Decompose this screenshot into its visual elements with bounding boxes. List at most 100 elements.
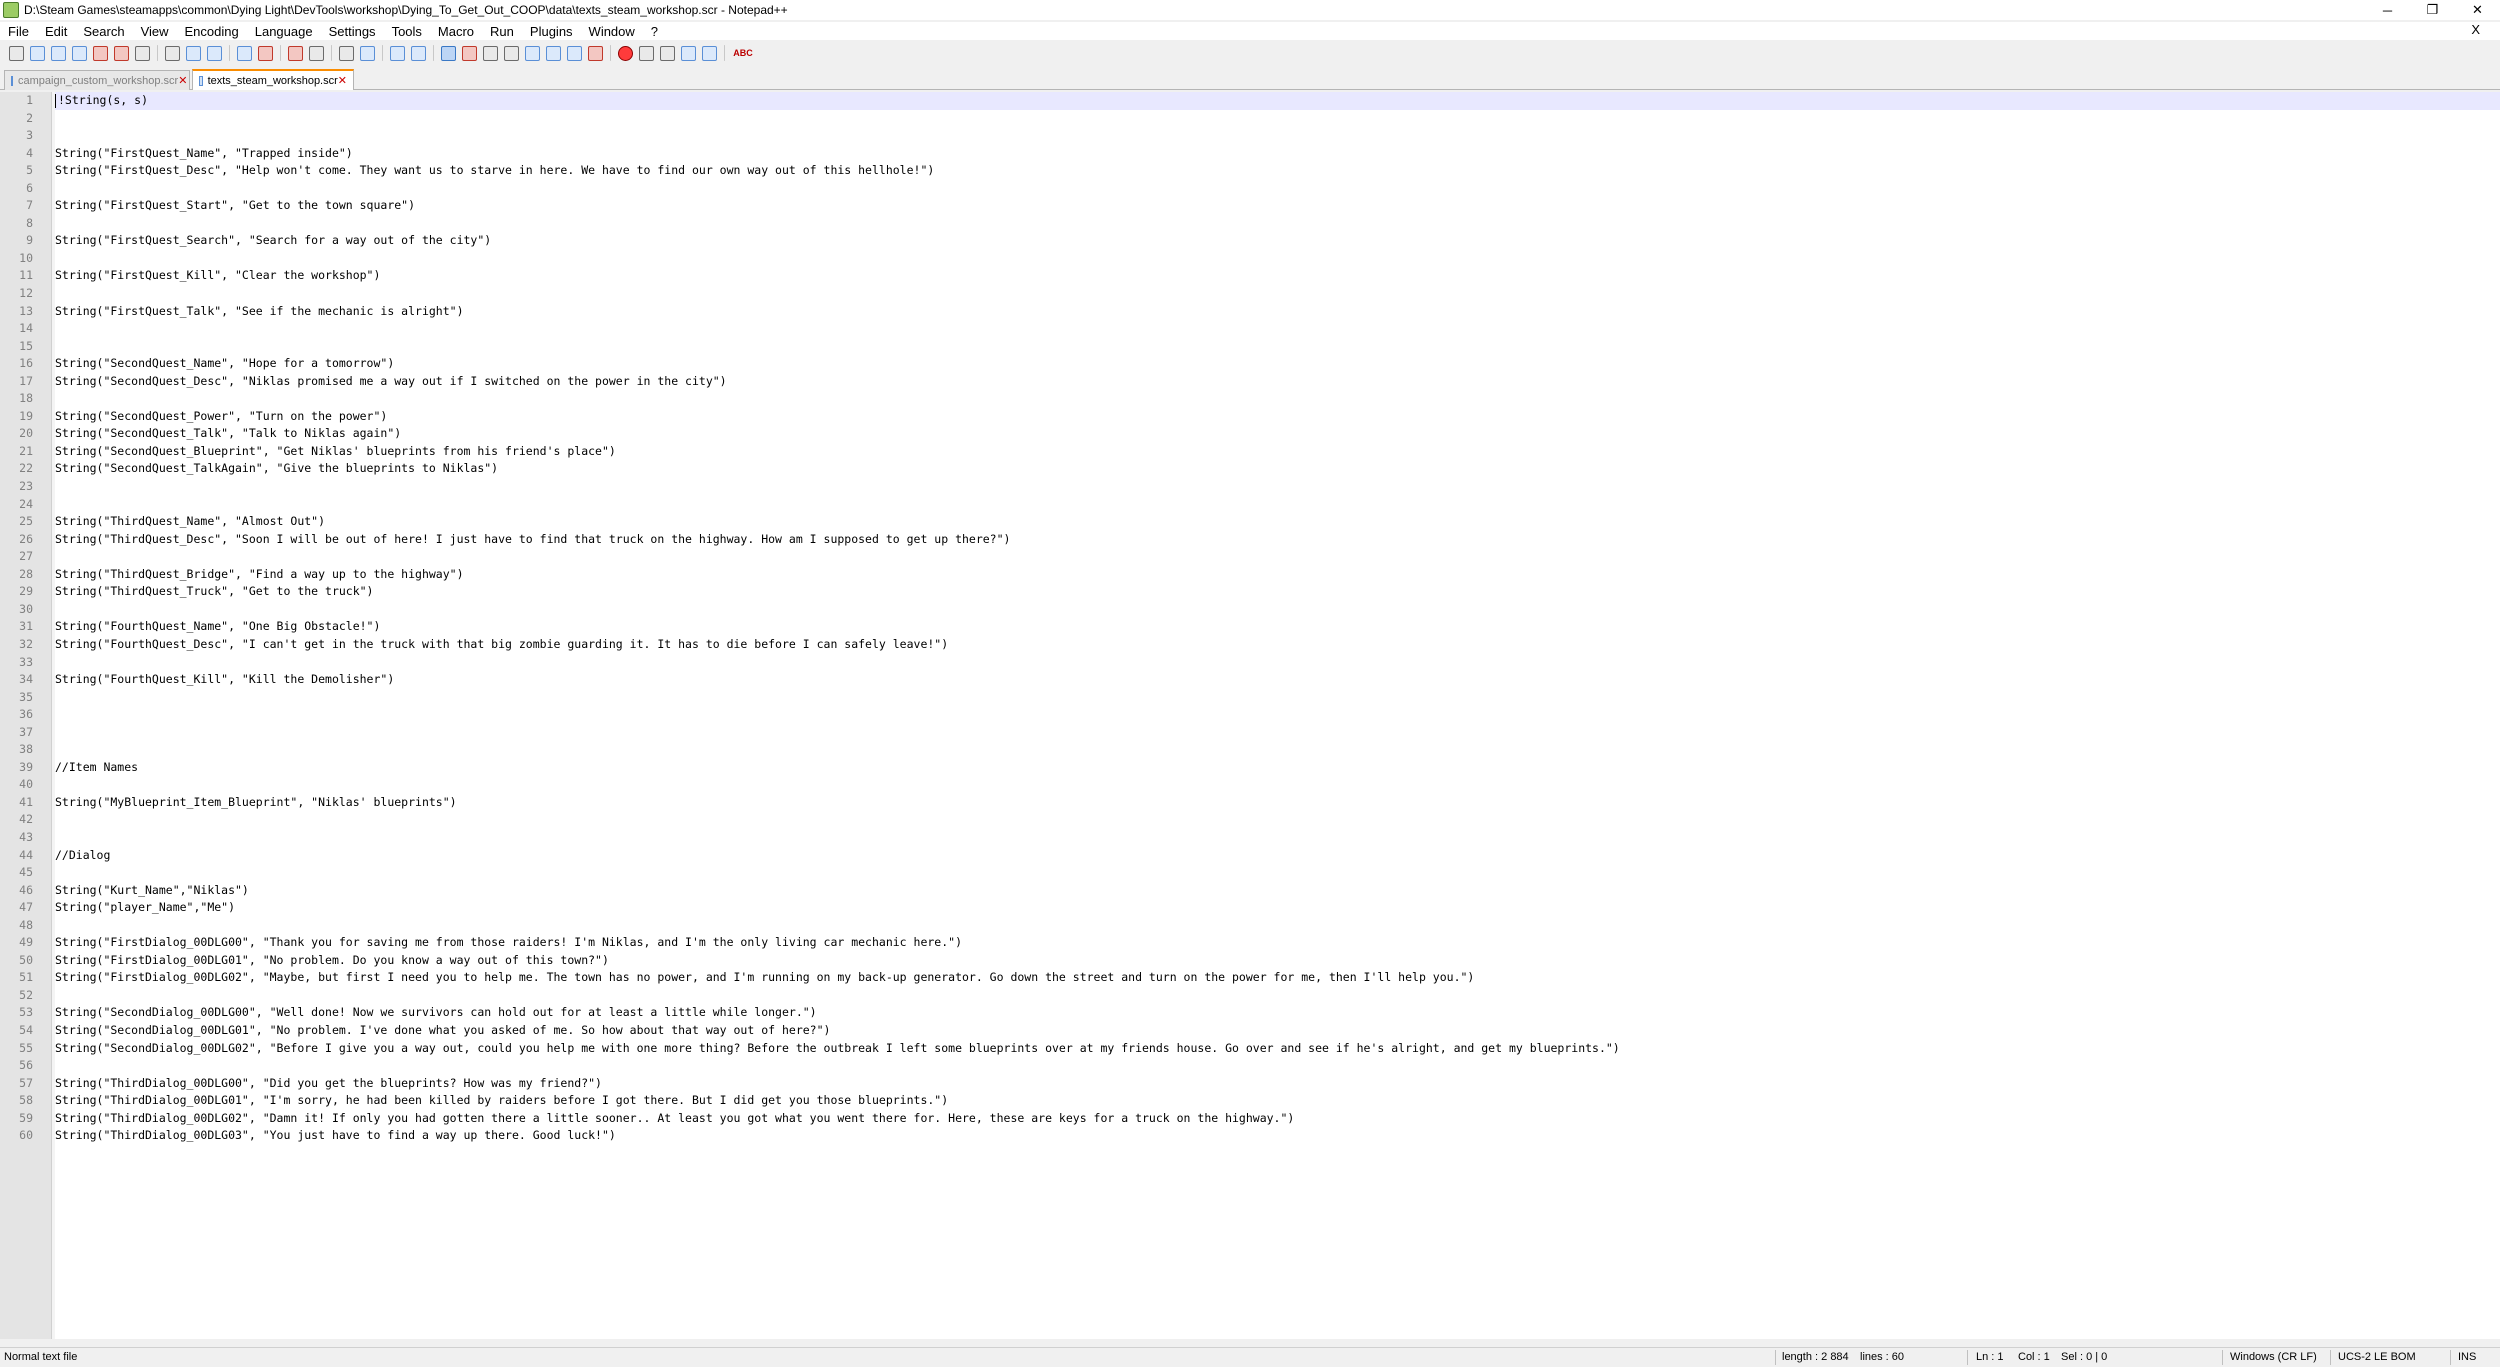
- tab-texts-steam-workshop[interactable]: texts_steam_workshop.scr ✕: [192, 69, 354, 90]
- line-number[interactable]: 7: [0, 197, 51, 215]
- code-line[interactable]: String("MyBlueprint_Item_Blueprint", "Ni…: [55, 794, 2500, 812]
- menu-edit[interactable]: Edit: [37, 24, 75, 39]
- tab-campaign-custom-workshop[interactable]: campaign_custom_workshop.scr ✕: [4, 70, 190, 90]
- line-number[interactable]: 21: [0, 443, 51, 461]
- code-line[interactable]: [55, 811, 2500, 829]
- line-number[interactable]: 15: [0, 338, 51, 356]
- code-line[interactable]: String("FirstQuest_Desc", "Help won't co…: [55, 162, 2500, 180]
- code-line[interactable]: String("FourthQuest_Name", "One Big Obst…: [55, 618, 2500, 636]
- code-line[interactable]: [55, 127, 2500, 145]
- line-number-gutter[interactable]: 1 2 3 4 5 6 7 8 9 10 11 12 13 14 15 16 17 18 19 20 21 22 23 24 2…: [0, 92, 52, 1339]
- code-line[interactable]: String("FourthQuest_Kill", "Kill the Dem…: [55, 671, 2500, 689]
- close-window-button[interactable]: ✕: [2455, 0, 2500, 20]
- line-number[interactable]: 24: [0, 496, 51, 514]
- code-line[interactable]: [55, 1057, 2500, 1075]
- line-number[interactable]: 8: [0, 215, 51, 233]
- code-line[interactable]: String("ThirdDialog_00DLG02", "Damn it! …: [55, 1110, 2500, 1128]
- code-line[interactable]: [55, 548, 2500, 566]
- record-macro-icon[interactable]: [618, 45, 633, 61]
- line-number[interactable]: 29: [0, 583, 51, 601]
- code-line[interactable]: String("ThirdDialog_00DLG01", "I'm sorry…: [55, 1092, 2500, 1110]
- line-number[interactable]: 20: [0, 425, 51, 443]
- line-number[interactable]: 3: [0, 127, 51, 145]
- new-file-icon[interactable]: [9, 45, 24, 61]
- code-line[interactable]: [55, 338, 2500, 356]
- stop-record-icon[interactable]: [639, 45, 654, 61]
- function-list-icon[interactable]: [546, 45, 561, 61]
- line-number[interactable]: 27: [0, 548, 51, 566]
- code-line[interactable]: [55, 180, 2500, 198]
- zoom-in-icon[interactable]: [339, 45, 354, 61]
- show-all-chars-icon[interactable]: [462, 45, 477, 61]
- line-number[interactable]: 43: [0, 829, 51, 847]
- line-number[interactable]: 11: [0, 267, 51, 285]
- minimize-button[interactable]: ─: [2365, 0, 2410, 20]
- code-line[interactable]: [55, 496, 2500, 514]
- line-number[interactable]: 34: [0, 671, 51, 689]
- code-line[interactable]: [55, 741, 2500, 759]
- line-number[interactable]: 31: [0, 618, 51, 636]
- code-line[interactable]: String("SecondDialog_00DLG02", "Before I…: [55, 1040, 2500, 1058]
- line-number[interactable]: 36: [0, 706, 51, 724]
- paste-icon[interactable]: [207, 45, 222, 61]
- line-number[interactable]: 60: [0, 1127, 51, 1145]
- line-number[interactable]: 58: [0, 1092, 51, 1110]
- code-line[interactable]: String("SecondQuest_Power", "Turn on the…: [55, 408, 2500, 426]
- line-number[interactable]: 4: [0, 145, 51, 163]
- code-line[interactable]: [55, 776, 2500, 794]
- menu-macro[interactable]: Macro: [430, 24, 482, 39]
- code-line[interactable]: String("player_Name","Me"): [55, 899, 2500, 917]
- code-line[interactable]: !String(s, s): [55, 92, 2500, 110]
- line-number[interactable]: 10: [0, 250, 51, 268]
- code-line[interactable]: String("ThirdDialog_00DLG00", "Did you g…: [55, 1075, 2500, 1093]
- line-number[interactable]: 59: [0, 1110, 51, 1128]
- editor-area[interactable]: 1 2 3 4 5 6 7 8 9 10 11 12 13 14 15 16 17 18 19 20 21 22 23 24 2…: [0, 92, 2500, 1339]
- line-number[interactable]: 25: [0, 513, 51, 531]
- code-line[interactable]: [55, 987, 2500, 1005]
- line-number[interactable]: 38: [0, 741, 51, 759]
- code-line[interactable]: //Item Names: [55, 759, 2500, 777]
- code-line[interactable]: [55, 478, 2500, 496]
- word-wrap-icon[interactable]: [441, 45, 456, 61]
- code-line[interactable]: String("ThirdDialog_00DLG03", "You just …: [55, 1127, 2500, 1145]
- close-document-button[interactable]: X: [2463, 22, 2488, 37]
- code-line[interactable]: [55, 110, 2500, 128]
- line-number[interactable]: 42: [0, 811, 51, 829]
- line-number[interactable]: 5: [0, 162, 51, 180]
- code-line[interactable]: //Dialog: [55, 847, 2500, 865]
- code-line[interactable]: String("FourthQuest_Desc", "I can't get …: [55, 636, 2500, 654]
- line-number[interactable]: 30: [0, 601, 51, 619]
- menu-tools[interactable]: Tools: [384, 24, 430, 39]
- menu-settings[interactable]: Settings: [321, 24, 384, 39]
- line-number[interactable]: 19: [0, 408, 51, 426]
- close-icon[interactable]: [93, 45, 108, 61]
- line-number[interactable]: 1: [0, 92, 51, 110]
- line-number[interactable]: 55: [0, 1040, 51, 1058]
- code-line[interactable]: String("FirstQuest_Start", "Get to the t…: [55, 197, 2500, 215]
- status-insert-mode[interactable]: INS: [2458, 1351, 2476, 1363]
- restore-button[interactable]: ❐: [2410, 0, 2455, 20]
- line-number[interactable]: 45: [0, 864, 51, 882]
- code-line[interactable]: String("FirstQuest_Kill", "Clear the wor…: [55, 267, 2500, 285]
- line-number[interactable]: 49: [0, 934, 51, 952]
- replace-icon[interactable]: [309, 45, 324, 61]
- menu-search[interactable]: Search: [75, 24, 132, 39]
- code-line[interactable]: String("ThirdQuest_Bridge", "Find a way …: [55, 566, 2500, 584]
- code-line[interactable]: String("ThirdQuest_Desc", "Soon I will b…: [55, 531, 2500, 549]
- code-line[interactable]: String("ThirdQuest_Truck", "Get to the t…: [55, 583, 2500, 601]
- code-line[interactable]: String("FirstQuest_Talk", "See if the me…: [55, 303, 2500, 321]
- sync-vertical-icon[interactable]: [390, 45, 405, 61]
- play-multiple-icon[interactable]: [681, 45, 696, 61]
- save-all-icon[interactable]: [72, 45, 87, 61]
- code-line[interactable]: [55, 829, 2500, 847]
- menu-language[interactable]: Language: [247, 24, 321, 39]
- menu-file[interactable]: File: [0, 24, 37, 39]
- save-macro-icon[interactable]: [702, 45, 717, 61]
- tab-close-icon[interactable]: ✕: [178, 74, 187, 87]
- line-number[interactable]: 41: [0, 794, 51, 812]
- tab-close-icon[interactable]: ✕: [338, 74, 347, 87]
- line-number[interactable]: 6: [0, 180, 51, 198]
- code-line[interactable]: [55, 320, 2500, 338]
- code-line[interactable]: String("SecondQuest_TalkAgain", "Give th…: [55, 460, 2500, 478]
- line-number[interactable]: 18: [0, 390, 51, 408]
